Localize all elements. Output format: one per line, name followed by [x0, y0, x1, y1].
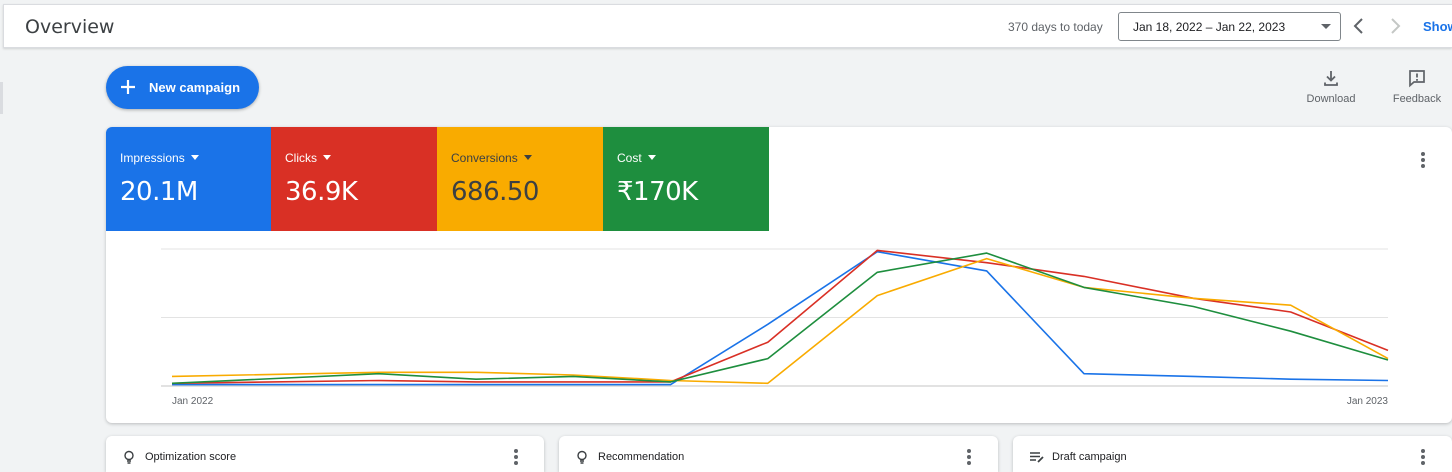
download-button[interactable]: Download [1302, 68, 1360, 105]
metric-name: Clicks [285, 151, 331, 165]
caret-down-icon [647, 155, 656, 160]
metric-tile-impressions[interactable]: Impressions 20.1M [106, 127, 272, 231]
card-title: Draft campaign [1052, 451, 1127, 463]
draft-campaign-card[interactable]: Draft campaign [1013, 436, 1452, 472]
feedback-button[interactable]: Feedback [1389, 68, 1445, 105]
plus-icon [121, 80, 135, 94]
previous-period-button[interactable] [1347, 14, 1371, 38]
days-to-today-label: 370 days to today [1008, 20, 1103, 34]
draft-list-icon [1030, 452, 1044, 463]
top-bar: Overview 370 days to today Jan 18, 2022 … [3, 4, 1452, 48]
date-range-value: Jan 18, 2022 – Jan 22, 2023 [1133, 20, 1286, 34]
lightbulb-icon [577, 450, 587, 464]
more-options-icon[interactable] [513, 449, 519, 469]
caret-down-icon [190, 155, 199, 160]
caret-down-icon [523, 155, 532, 160]
optimization-score-card[interactable]: Optimization score [106, 436, 544, 472]
metric-tile-cost[interactable]: Cost ₹170K [603, 127, 769, 231]
metric-value: 20.1M [120, 177, 198, 207]
performance-chart: Jan 2022 Jan 2023 [161, 248, 1389, 407]
metric-tile-clicks[interactable]: Clicks 36.9K [271, 127, 437, 231]
metric-name: Conversions [451, 151, 532, 165]
card-title: Recommendation [598, 451, 685, 463]
show-button[interactable]: Show [1423, 19, 1452, 34]
more-options-icon[interactable] [1420, 152, 1426, 172]
series-line-0 [172, 250, 1389, 386]
series-line-3 [171, 252, 1389, 385]
side-edge [0, 82, 3, 114]
chevron-left-icon [1353, 18, 1363, 34]
metric-value: ₹170K [617, 177, 698, 207]
series-line-2 [171, 257, 1389, 385]
next-period-button[interactable] [1383, 14, 1407, 38]
feedback-label: Feedback [1392, 93, 1442, 105]
metric-name: Cost [617, 151, 656, 165]
metric-tile-conversions[interactable]: Conversions 686.50 [437, 127, 603, 231]
metric-name: Impressions [120, 151, 199, 165]
date-range-select[interactable]: Jan 18, 2022 – Jan 22, 2023 [1118, 12, 1341, 41]
page-title: Overview [25, 16, 115, 38]
recommendation-card[interactable]: Recommendation [559, 436, 998, 472]
metric-value: 686.50 [451, 177, 539, 207]
lightbulb-icon [124, 450, 134, 464]
chevron-right-icon [1391, 18, 1401, 34]
chevron-down-icon [1321, 24, 1331, 29]
more-options-icon[interactable] [1420, 449, 1426, 469]
performance-card: Impressions 20.1M Clicks 36.9K Conversio… [106, 127, 1452, 423]
feedback-icon [1409, 70, 1425, 88]
download-label: Download [1306, 93, 1356, 105]
x-tick-label: Jan 2023 [1347, 396, 1389, 407]
download-icon [1324, 71, 1338, 86]
card-title: Optimization score [145, 451, 237, 463]
more-options-icon[interactable] [966, 449, 972, 469]
caret-down-icon [323, 155, 331, 160]
metric-value: 36.9K [285, 177, 358, 207]
x-tick-label: Jan 2022 [172, 396, 214, 407]
new-campaign-label: New campaign [149, 80, 241, 95]
new-campaign-button[interactable]: New campaign [106, 66, 259, 109]
